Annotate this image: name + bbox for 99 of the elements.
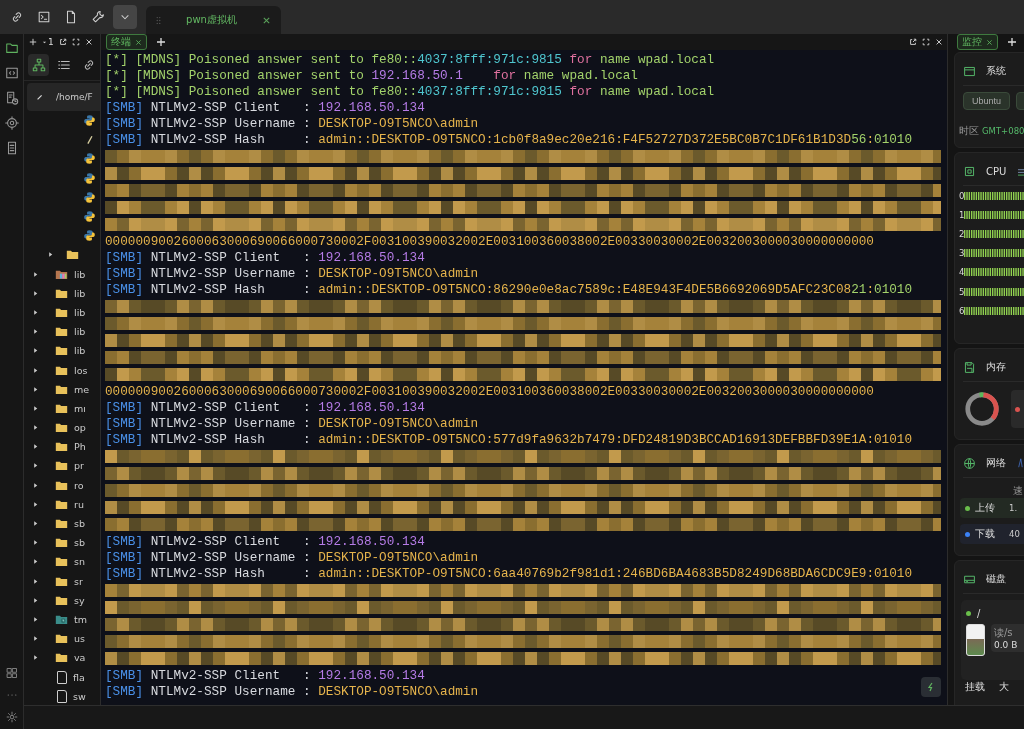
terminal-line: [*] [MDNS] Poisoned answer sent to fe80::4037:8fff:971c:9815 for name wpad.local — [105, 84, 715, 100]
file-name: lib — [74, 268, 86, 280]
file-name: va — [74, 652, 86, 664]
timezone-label: 时区 — [959, 124, 979, 138]
file-name: lib — [74, 326, 86, 338]
terminal-tab[interactable]: 终端 — [106, 34, 147, 50]
path-bar[interactable]: /home/F — [27, 83, 100, 111]
core-label: 2 — [959, 228, 964, 239]
core-label: 5 — [959, 286, 964, 297]
terminal-line: [SMB] NTLMv2-SSP Client : 192.168.50.134 — [105, 100, 425, 116]
terminal-line: [SMB] NTLMv2-SSP Client : 192.168.50.134 — [105, 250, 425, 266]
folder-item[interactable]: sr — [24, 571, 100, 591]
os-button[interactable]: Ubuntu — [963, 92, 1011, 110]
terminal-line: [SMB] NTLMv2-SSP Hash : admin::DESKTOP-O9T5NCO:6aa40769b2f981d1:246BD6BA4683B5D8249D68BDA6CDC9E9:01010 — [105, 566, 913, 582]
file-name: tm — [74, 613, 87, 625]
folder-item[interactable]: va — [24, 648, 100, 668]
file-name: sr — [74, 575, 83, 587]
card-title: 内存 — [986, 360, 1006, 374]
folder-item[interactable]: us — [24, 629, 100, 649]
file-name: los — [74, 364, 88, 376]
folder-item[interactable]: lib — [24, 283, 100, 303]
folder-item[interactable]: sn — [24, 552, 100, 572]
read-value: 0.0 B — [994, 640, 1019, 650]
core-label: 0 — [959, 190, 964, 201]
network-value: 40 — [1009, 529, 1020, 539]
file-name: Ph — [74, 441, 86, 453]
core-label: 4 — [959, 267, 964, 278]
file-name: fla — [73, 671, 85, 683]
card-title: 网络 — [986, 456, 1006, 470]
file-name: op — [74, 422, 86, 434]
terminal-line: 0000009002600063000690066000730002F003100390032002E003100360038002E00330030002E0032003000030000000000 — [105, 234, 874, 250]
folder-item[interactable]: ro — [24, 475, 100, 495]
folder-item[interactable]: lib — [24, 341, 100, 361]
file-name: sw — [73, 690, 86, 702]
terminal-line: [SMB] NTLMv2-SSP Username : DESKTOP-O9T5NCO\admin — [105, 684, 479, 700]
folder-item[interactable]: tm — [24, 609, 100, 630]
file-name: me — [74, 383, 90, 395]
folder-item[interactable]: sb — [24, 533, 100, 553]
session-tab[interactable]: pwn虚拟机 — [146, 6, 281, 34]
folder-item[interactable]: mı — [24, 398, 100, 418]
file-name: lib — [74, 345, 86, 357]
folder-item[interactable]: op — [24, 418, 100, 438]
tab-title: pwn虚拟机 — [185, 13, 238, 27]
terminal-line: [SMB] NTLMv2-SSP Username : DESKTOP-O9T5NCO\admin — [105, 116, 479, 132]
terminal-line: [SMB] NTLMv2-SSP Username : DESKTOP-O9T5NCO\admin — [105, 550, 479, 566]
core-label: 6 — [959, 305, 964, 316]
column-header: 大 — [999, 680, 1009, 694]
tab-title: 监控 — [962, 35, 982, 49]
card-title: 系统 — [986, 64, 1006, 78]
monitor-tab[interactable]: 监控 — [957, 34, 998, 50]
terminal-line: [SMB] NTLMv2-SSP Client : 192.168.50.134 — [105, 534, 425, 550]
card-title: 磁盘 — [986, 572, 1006, 586]
file-name: ru — [74, 498, 84, 510]
folder-item[interactable]: lib — [24, 302, 100, 323]
tab-title: 终端 — [111, 35, 131, 49]
terminal-line: [SMB] NTLMv2-SSP Hash : admin::DESKTOP-O9T5NCO:1cb0f8a9ec20e216:F4F52727D372E5BC0B7C1DF61B1D3D56:01010 — [105, 132, 913, 148]
network-label: 下载 — [975, 527, 995, 541]
split-count[interactable]: 1 — [42, 37, 54, 47]
file-name: lib — [74, 287, 86, 299]
path-text: /home/F — [56, 92, 93, 102]
terminal-line: [*] [MDNS] Poisoned answer sent to 192.168.50.1 for name wpad.local — [105, 68, 638, 84]
file-name: sn — [74, 556, 85, 568]
folder-item[interactable]: sy — [24, 590, 100, 610]
column-header: 速 — [1013, 485, 1023, 496]
file-name: ro — [74, 479, 84, 491]
terminal-line: [SMB] NTLMv2-SSP Username : DESKTOP-O9T5NCO\admin — [105, 416, 479, 432]
card-title: CPU — [986, 165, 1007, 177]
file-name: us — [74, 633, 85, 645]
mount-path: / — [977, 607, 981, 619]
file-name: mı — [74, 402, 86, 414]
file-item[interactable]: fla — [24, 667, 100, 687]
folder-item[interactable]: lib — [24, 322, 100, 342]
terminal-line: [SMB] NTLMv2-SSP Client : 192.168.50.134 — [105, 400, 425, 416]
folder-item[interactable]: pr — [24, 456, 100, 476]
file-item[interactable]: sw — [24, 686, 100, 705]
file-name: lib — [74, 306, 86, 318]
terminal-line: [SMB] NTLMv2-SSP Hash : admin::DESKTOP-O9T5NCO:577d9fa9632b7479:DFD24819D3BCCAD16913DEFBBFD39E1A:01010 — [105, 432, 913, 448]
network-label: 上传 — [975, 501, 995, 515]
folder-item[interactable]: lib — [24, 264, 100, 284]
file-name: pr — [74, 460, 84, 472]
folder-item[interactable]: sb — [24, 513, 100, 534]
core-label: 3 — [959, 248, 964, 259]
terminal-line: [SMB] NTLMv2-SSP Hash : admin::DESKTOP-O9T5NCO:86290e0e8ac7589c:E48E943F4DE5B6692069D5AFC23C0821:01010 — [105, 282, 913, 298]
file-name: sb — [74, 518, 85, 530]
folder-item[interactable]: me — [24, 379, 100, 399]
terminal-line: [SMB] NTLMv2-SSP Username : DESKTOP-O9T5NCO\admin — [105, 266, 479, 282]
folder-item[interactable]: los — [24, 360, 100, 380]
file-name: sb — [74, 537, 85, 549]
terminal-line: 0000009002600063000690066000730002F003100390032002E003100360038002E00330030002E0032003000030000000000 — [105, 384, 874, 400]
folder-item[interactable]: Ph — [24, 437, 100, 457]
core-label: 1 — [959, 209, 964, 220]
read-label: 读/s — [994, 626, 1014, 640]
column-header: 挂载 — [965, 680, 985, 694]
network-value: 1. — [1009, 503, 1018, 513]
folder-item[interactable]: ru — [24, 494, 100, 514]
terminal-line: [SMB] NTLMv2-SSP Client : 192.168.50.134 — [105, 668, 425, 684]
terminal-line: [*] [MDNS] Poisoned answer sent to fe80::4037:8fff:971c:9815 for name wpad.local — [105, 52, 715, 68]
file-name: sy — [74, 594, 85, 606]
timezone-value: GMT+080 — [982, 126, 1024, 136]
